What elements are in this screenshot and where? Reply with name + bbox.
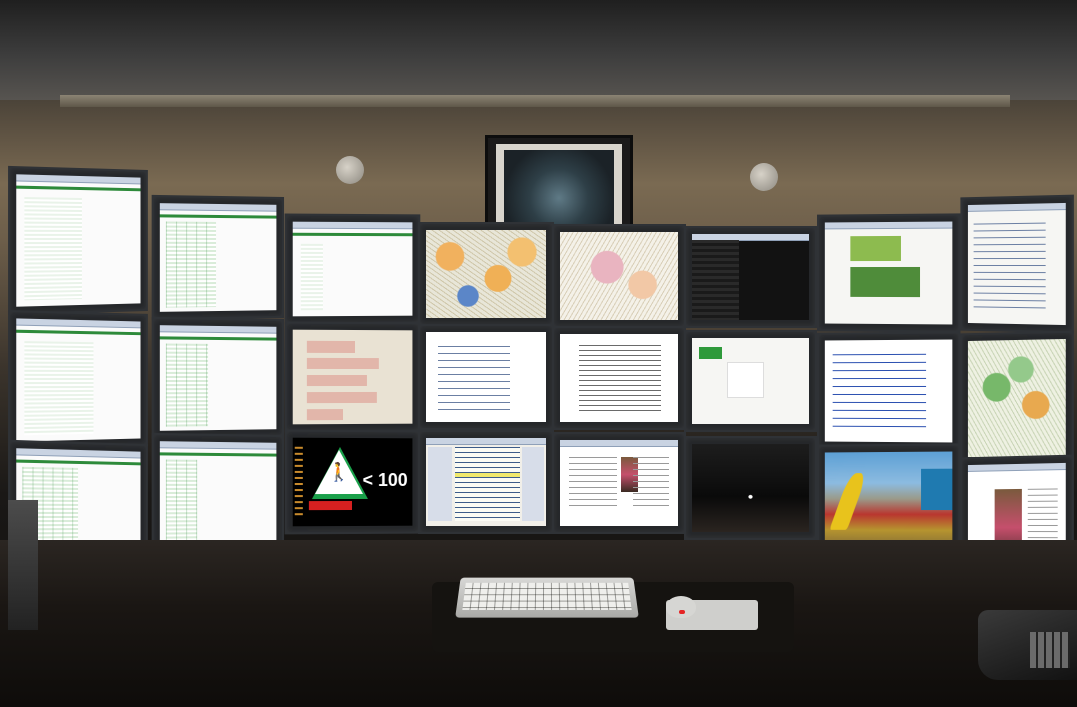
monitor-r1c4	[418, 222, 554, 326]
monitor-r1c2	[152, 195, 284, 320]
monitor-r2c7	[817, 331, 960, 450]
monitor-r3c4	[418, 430, 554, 534]
sidebar-dots	[295, 447, 302, 518]
keyboard	[455, 578, 639, 618]
office-photo: 🚶 < 100	[0, 0, 1077, 707]
monitor-r2c3	[285, 322, 421, 433]
pedestrian-icon: 🚶	[328, 464, 350, 482]
desk-phone	[978, 610, 1077, 680]
monitor-r3c2	[152, 433, 284, 555]
wall-lamp-left	[336, 156, 364, 184]
traffic-sign-screen: 🚶 < 100	[293, 438, 413, 527]
ceiling	[0, 0, 1077, 100]
monitor-r1c8	[960, 195, 1074, 334]
monitor-r2c6	[684, 330, 817, 432]
monitor-r3c6	[684, 436, 817, 540]
monitor-r1c3	[285, 214, 421, 325]
monitor-r2c8	[960, 331, 1074, 468]
sign-red-bar	[308, 501, 351, 510]
mouse	[666, 596, 696, 618]
monitor-r3c5	[552, 432, 686, 534]
monitor-r2c1	[8, 310, 148, 450]
monitor-r3c3: 🚶 < 100	[285, 430, 421, 535]
monitor-r1c1	[8, 166, 148, 315]
speaker	[8, 500, 38, 630]
monitor-r2c4	[418, 324, 554, 430]
monitor-r1c6	[684, 226, 817, 328]
monitor-r1c5	[552, 224, 686, 328]
ceiling-cornice	[60, 95, 1010, 107]
monitor-r2c2	[152, 317, 284, 439]
monitor-r1c7	[817, 213, 960, 332]
monitor-r2c5	[552, 326, 686, 430]
framed-picture	[485, 135, 633, 233]
wall-lamp-right	[750, 163, 778, 191]
sign-text: < 100	[363, 470, 408, 491]
